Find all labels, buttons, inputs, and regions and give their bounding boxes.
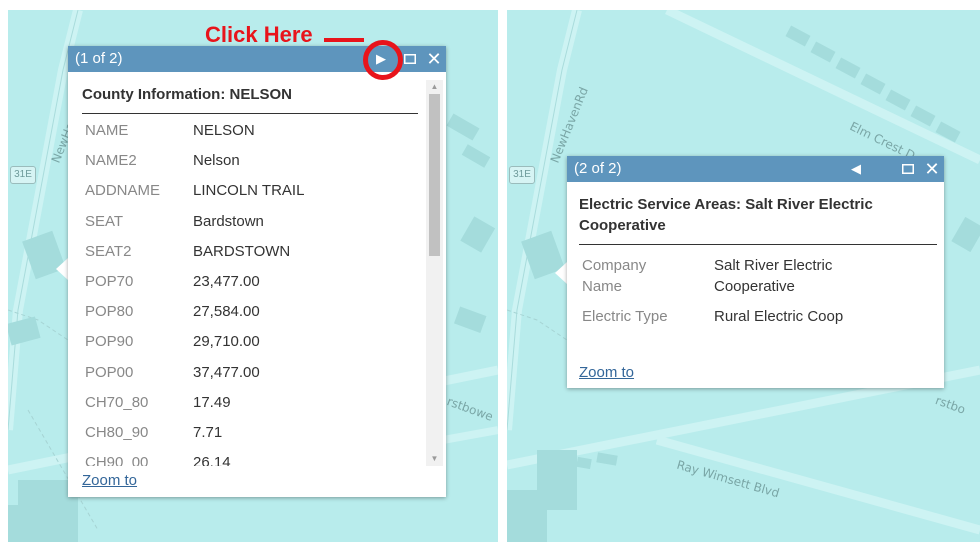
attribute-key: POP90 xyxy=(85,333,134,351)
attribute-value: 37,477.00 xyxy=(193,363,260,381)
table-row: POP90 29,710.00 xyxy=(85,333,304,363)
attribute-value-line: Salt River Electric xyxy=(714,257,833,274)
attribute-key: SEAT xyxy=(85,212,124,230)
table-row: CH70_80 17.49 xyxy=(85,394,304,424)
previous-feature-button[interactable]: ◀ xyxy=(846,156,866,182)
close-button[interactable]: ✕ xyxy=(922,156,942,182)
close-icon: ✕ xyxy=(924,159,940,179)
popup-title-line: Cooperative xyxy=(579,217,666,234)
table-row: POP70 23,477.00 xyxy=(85,273,304,303)
close-icon: ✕ xyxy=(426,49,442,69)
attribute-value: 27,584.00 xyxy=(193,303,260,321)
table-row: NAME2 Nelson xyxy=(85,152,304,182)
popup-counter: (2 of 2) xyxy=(574,160,622,177)
popup-county: (1 of 2) ▶ ✕ County Information: NELSON … xyxy=(68,46,446,497)
callout-line xyxy=(324,38,364,42)
attribute-key: CH70_80 xyxy=(85,393,149,411)
attribute-value: Nelson xyxy=(193,152,240,170)
attribute-value-line: Cooperative xyxy=(714,278,795,295)
table-row: POP00 37,477.00 xyxy=(85,364,304,394)
popup-electric: (2 of 2) ◀ ✕ Electric Service Areas: Sal… xyxy=(567,156,944,388)
popup-pointer xyxy=(555,262,567,284)
zoom-to-link[interactable]: Zoom to xyxy=(579,364,634,381)
popup-header: (2 of 2) ◀ ✕ xyxy=(567,156,944,182)
popup-content: County Information: NELSON xyxy=(82,84,418,114)
scroll-up-icon[interactable]: ▲ xyxy=(426,80,443,94)
attribute-key: NAME xyxy=(85,122,129,139)
popup-counter: (1 of 2) xyxy=(75,50,123,67)
attribute-key: CH80_90 xyxy=(85,423,149,441)
attribute-scroll-area[interactable]: NAME NELSON NAME2 Nelson ADDNAME LINCOLN TRAI… xyxy=(85,122,425,466)
popup-pointer xyxy=(56,258,68,280)
popup-title-line: Electric Service Areas: Salt River Elect… xyxy=(579,196,873,213)
popup-content: Electric Service Areas: Salt River Elect… xyxy=(579,194,937,327)
scrollbar[interactable]: ▲ ▼ xyxy=(426,80,443,466)
popup-title: Electric Service Areas: Salt River Elect… xyxy=(579,194,937,236)
attribute-value: Bardstown xyxy=(193,212,264,230)
attribute-key: ADDNAME xyxy=(85,182,161,200)
attribute-value: 17.49 xyxy=(193,393,231,411)
table-row: Electric Type Rural Electric Coop xyxy=(582,306,843,327)
table-row: CH90_00 26.14 xyxy=(85,454,304,466)
table-row: NAME NELSON xyxy=(85,122,304,152)
maximize-button[interactable] xyxy=(898,156,918,182)
attribute-value: 29,710.00 xyxy=(193,333,260,351)
close-button[interactable]: ✕ xyxy=(424,46,444,72)
route-shield-31e: 31E xyxy=(509,166,535,184)
attribute-value: 26.14 xyxy=(193,454,231,466)
attribute-key: NAME2 xyxy=(85,152,137,170)
callout-text: Click Here xyxy=(205,22,313,47)
callout-circle xyxy=(363,40,403,80)
maximize-icon xyxy=(404,54,416,64)
title-divider xyxy=(82,113,418,114)
attribute-key: Electric Type xyxy=(582,308,668,325)
attribute-value: NELSON xyxy=(193,122,255,139)
attribute-key: CH90_00 xyxy=(85,454,149,466)
attribute-key-line: Name xyxy=(582,278,623,295)
attribute-value: BARDSTOWN xyxy=(193,242,291,260)
table-row: Company Name Salt River Electric Coopera… xyxy=(582,255,843,306)
table-row: SEAT2 BARDSTOWN xyxy=(85,243,304,273)
attribute-key: POP70 xyxy=(85,272,134,290)
table-row: ADDNAME LINCOLN TRAIL xyxy=(85,182,304,212)
table-row: SEAT Bardstown xyxy=(85,213,304,243)
title-divider xyxy=(579,244,937,245)
table-row: CH80_90 7.71 xyxy=(85,424,304,454)
attribute-key: Company Name xyxy=(582,255,714,306)
maximize-button[interactable] xyxy=(400,46,420,72)
attribute-value: Salt River Electric Cooperative xyxy=(714,255,843,306)
play-left-icon: ◀ xyxy=(851,161,861,176)
attribute-table: Company Name Salt River Electric Coopera… xyxy=(582,255,843,327)
attribute-table: NAME NELSON NAME2 Nelson ADDNAME LINCOLN TRAI… xyxy=(85,122,304,466)
attribute-key: SEAT2 xyxy=(85,242,132,260)
attribute-value: Rural Electric Coop xyxy=(714,308,844,325)
attribute-key: POP00 xyxy=(85,363,134,381)
scroll-thumb[interactable] xyxy=(429,94,440,256)
attribute-value: 7.71 xyxy=(193,423,223,441)
attribute-value: 23,477.00 xyxy=(193,272,260,290)
attribute-value: LINCOLN TRAIL xyxy=(193,182,305,200)
attribute-key: POP80 xyxy=(85,303,134,321)
zoom-to-link[interactable]: Zoom to xyxy=(82,472,137,489)
popup-title: County Information: NELSON xyxy=(82,86,292,103)
attribute-key-line: Company xyxy=(582,257,647,274)
table-row: POP80 27,584.00 xyxy=(85,303,304,333)
scroll-down-icon[interactable]: ▼ xyxy=(426,452,443,466)
route-shield-31e: 31E xyxy=(10,166,36,184)
maximize-icon xyxy=(902,164,914,174)
